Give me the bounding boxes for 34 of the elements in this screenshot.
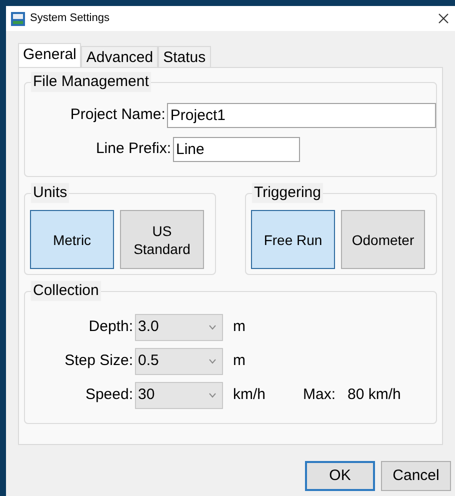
max-value: 80 km/h [348, 385, 401, 406]
text-field[interactable]: Line [173, 137, 300, 162]
unit-label: m [233, 351, 246, 372]
dialog-button[interactable]: Cancel [381, 461, 451, 491]
field-label: Depth: [88, 317, 134, 338]
group-title: File Management [31, 72, 151, 92]
toggle-button[interactable]: Free Run [251, 210, 335, 269]
dropdown[interactable]: 0.5 [135, 348, 223, 375]
chevron-down-icon [209, 359, 216, 364]
group-title: Units [31, 183, 70, 203]
unit-label: m [233, 317, 246, 338]
field-label: Project Name: [69, 105, 166, 126]
field-label: Speed: [84, 385, 134, 406]
field-label: Step Size: [64, 351, 134, 372]
toggle-button[interactable]: Odometer [341, 210, 425, 269]
chevron-down-icon [209, 393, 216, 398]
chevron-down-icon [209, 325, 216, 330]
toggle-button[interactable]: US Standard [120, 210, 204, 269]
dropdown[interactable]: 30 [135, 382, 223, 409]
unit-label: km/h [233, 385, 267, 406]
tab[interactable]: General [18, 43, 82, 67]
max-label: Max: [303, 385, 336, 406]
dialog-button[interactable]: OK [305, 461, 375, 491]
toggle-button[interactable]: Metric [30, 210, 114, 269]
field-label: Line Prefix: [94, 139, 172, 160]
dropdown[interactable]: 3.0 [135, 314, 223, 341]
group-title: Triggering [252, 183, 323, 203]
app-icon [11, 12, 25, 26]
tab[interactable]: Advanced [81, 46, 158, 67]
window-title: System Settings [30, 11, 110, 26]
text-field[interactable]: Project1 [167, 103, 436, 128]
close-icon[interactable] [438, 13, 449, 24]
tab[interactable]: Status [158, 46, 211, 67]
group-title: Collection [31, 281, 101, 301]
